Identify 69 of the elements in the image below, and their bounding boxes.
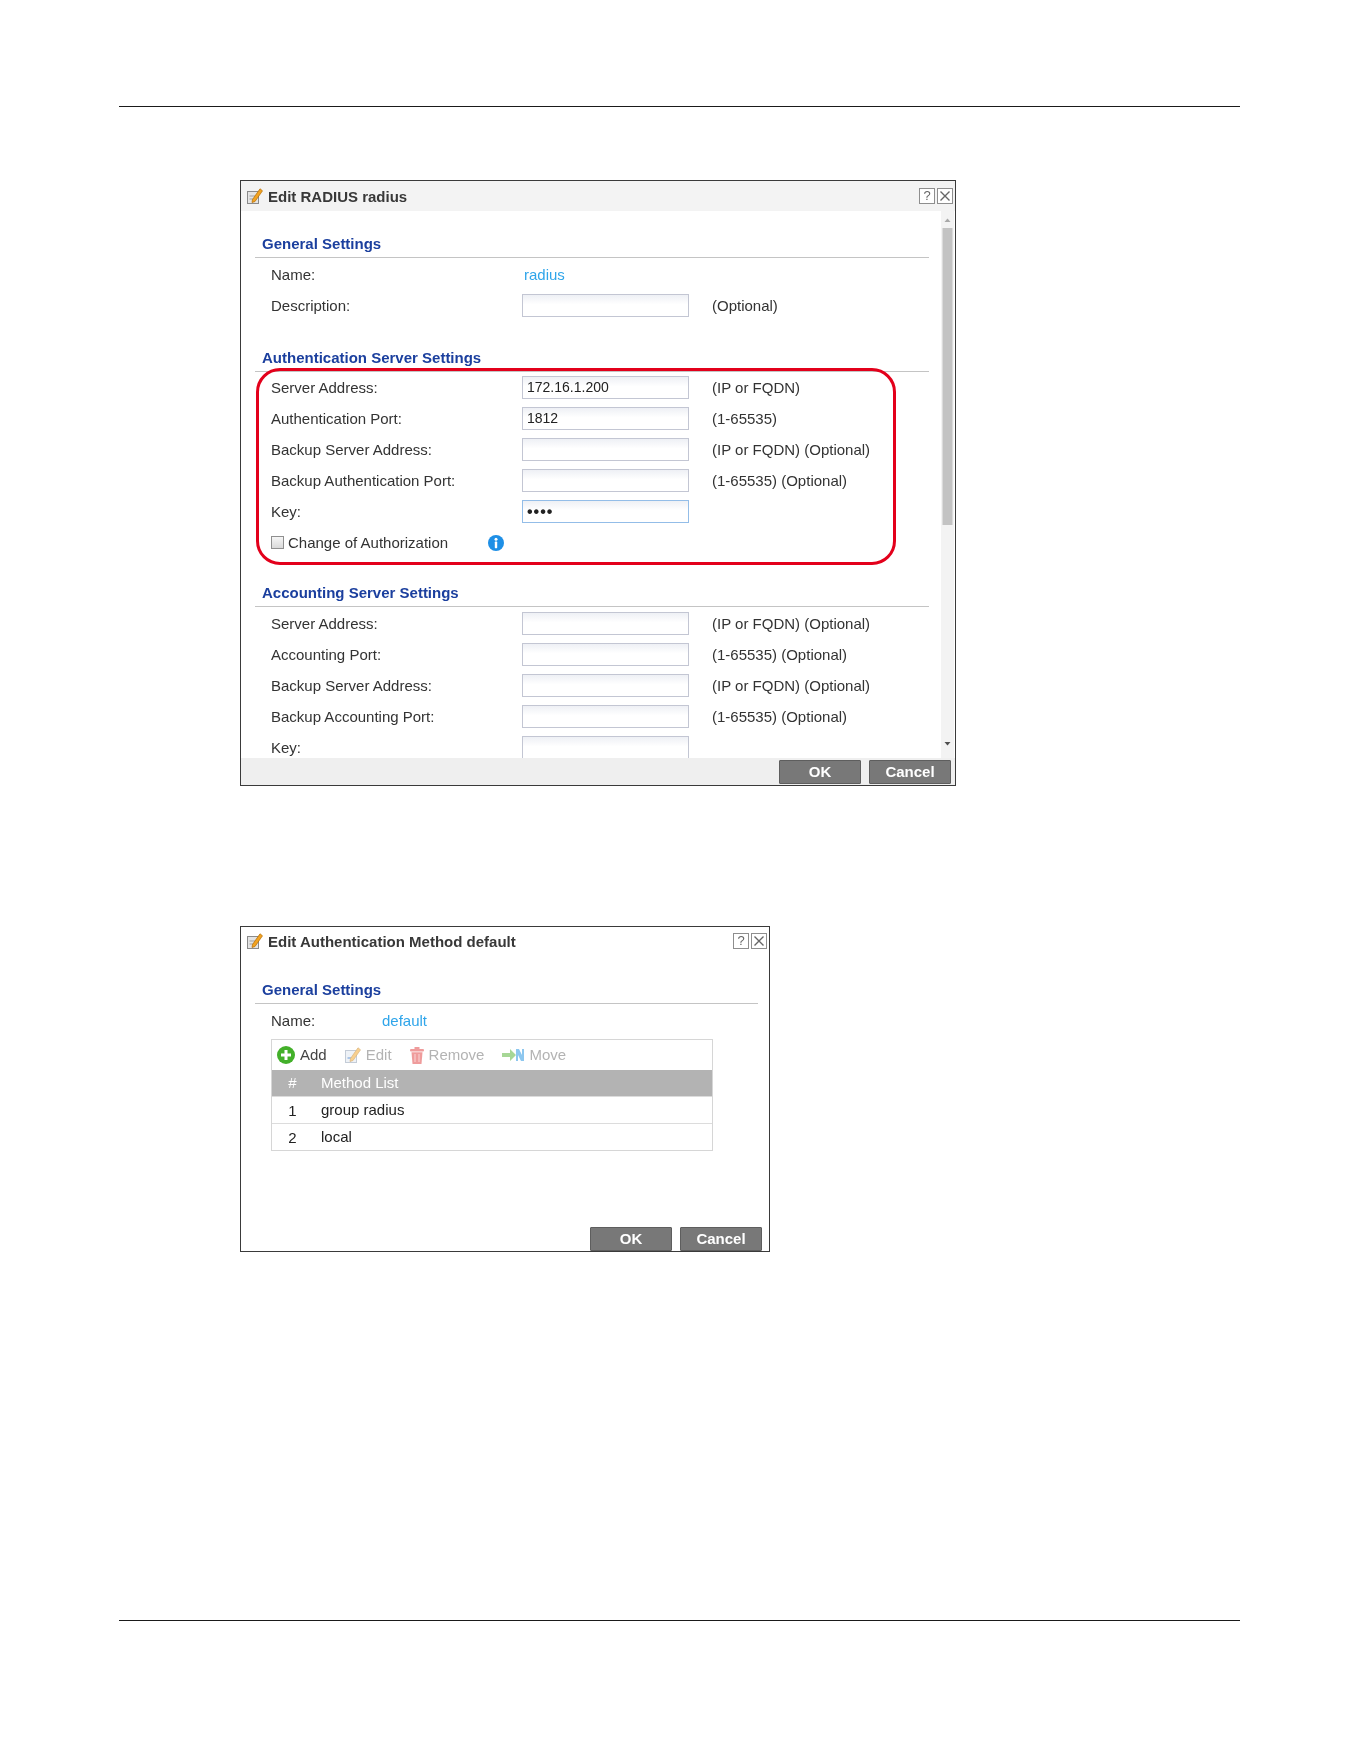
add-button[interactable]: Add [277, 1046, 327, 1064]
checkbox-label: Change of Authorization [288, 534, 449, 551]
hint-text: (IP or FQDN) (Optional) [712, 441, 871, 458]
close-button[interactable] [937, 188, 953, 204]
close-button[interactable] [751, 933, 767, 949]
scrollbar[interactable] [941, 211, 954, 758]
cancel-button[interactable]: Cancel [869, 760, 951, 784]
field-label: Name: [271, 266, 317, 283]
field-label: Key: [271, 503, 302, 520]
checkbox[interactable] [271, 536, 284, 549]
hint-text: (1-65535) (Optional) [712, 708, 848, 725]
ok-button[interactable]: OK [779, 760, 861, 784]
table-row[interactable]: 1 group radius [272, 1096, 712, 1123]
hint-text: (IP or FQDN) [712, 379, 801, 396]
table-cell-text: group radius [320, 1101, 406, 1119]
dialog-title: Edit RADIUS radius [268, 187, 409, 205]
dialog-title: Edit Authentication Method default [268, 932, 517, 950]
text-field[interactable]: 172.16.1.200 [522, 376, 689, 399]
section-heading: Authentication Server Settings [261, 348, 483, 368]
notepad-pencil-icon [247, 188, 263, 204]
password-field[interactable]: •••• [522, 500, 689, 523]
section-heading: Accounting Server Settings [261, 583, 460, 603]
column-header: Method List [320, 1074, 400, 1092]
field-label: Authentication Port: [271, 410, 403, 427]
section-heading: General Settings [261, 980, 383, 1000]
field-label: Key: [271, 739, 302, 756]
field-label: Backup Authentication Port: [271, 472, 457, 489]
hint-text: (1-65535) (Optional) [712, 472, 848, 489]
ok-button[interactable]: OK [590, 1227, 672, 1251]
arrow-icon [502, 1047, 525, 1063]
hint-text: (IP or FQDN) (Optional) [712, 615, 871, 632]
column-header: # [288, 1074, 297, 1092]
field-label: Server Address: [271, 379, 379, 396]
text-field[interactable] [522, 643, 689, 666]
field-label: Backup Accounting Port: [271, 708, 436, 725]
field-label: Accounting Port: [271, 646, 383, 663]
cancel-button[interactable]: Cancel [680, 1227, 762, 1251]
plus-icon [277, 1046, 295, 1064]
hint-text: (IP or FQDN) (Optional) [712, 677, 871, 694]
field-label: Description: [271, 297, 352, 314]
close-icon [940, 191, 950, 201]
hint-text: (1-65535) (Optional) [712, 646, 848, 663]
help-button[interactable]: ? [733, 933, 749, 949]
text-field[interactable] [522, 612, 689, 635]
notepad-pencil-icon [344, 1047, 361, 1063]
table-row[interactable]: 2 local [272, 1123, 712, 1150]
name-value: radius [523, 266, 565, 283]
text-field[interactable] [522, 294, 689, 317]
field-label: Backup Server Address: [271, 441, 433, 458]
password-field[interactable] [522, 736, 689, 758]
text-field[interactable]: 1812 [522, 407, 689, 430]
text-field[interactable] [522, 438, 689, 461]
text-field[interactable] [522, 469, 689, 492]
section-heading: General Settings [261, 234, 383, 254]
table-cell: 2 [288, 1128, 297, 1146]
hint-text: (Optional) [712, 297, 778, 314]
close-icon [754, 936, 764, 946]
field-label: Name: [271, 1012, 317, 1029]
text-field[interactable] [522, 705, 689, 728]
notepad-pencil-icon [247, 933, 263, 949]
text-field[interactable] [522, 674, 689, 697]
hint-text: (1-65535) [712, 410, 778, 427]
table-cell-text: local [320, 1128, 353, 1146]
field-label: Backup Server Address: [271, 677, 433, 694]
field-label: Server Address: [271, 615, 379, 632]
name-value: default [381, 1012, 428, 1029]
table-cell: 1 [288, 1101, 297, 1119]
help-button[interactable]: ? [919, 188, 935, 204]
trash-icon [409, 1046, 424, 1064]
